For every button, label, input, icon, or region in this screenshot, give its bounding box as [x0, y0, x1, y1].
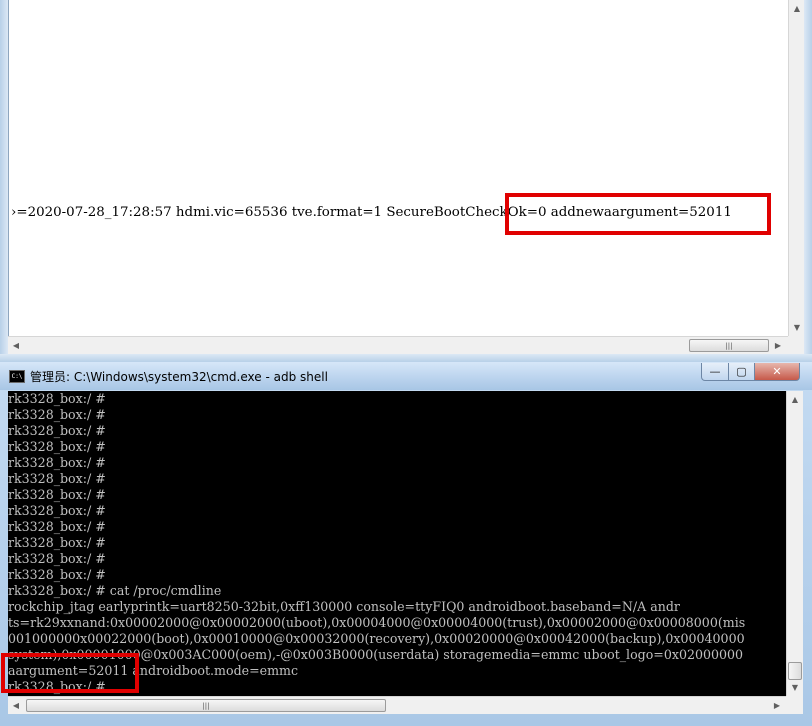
console-line: rk3328_box:/ # [8, 391, 106, 406]
console-line: rk3328_box:/ # [8, 567, 106, 582]
console-line: ts=rk29xxnand:0x00002000@0x00002000(uboo… [8, 615, 746, 630]
scroll-down-arrow-icon[interactable]: ▼ [787, 679, 803, 695]
scroll-left-arrow-icon[interactable]: ◀ [8, 337, 24, 354]
scroll-left-arrow-icon[interactable]: ◀ [8, 697, 24, 714]
close-button[interactable]: ✕ [754, 363, 800, 381]
console-horizontal-scrollbar[interactable]: ◀ ||| ▶ [8, 696, 786, 714]
highlight-box-bottom [1, 653, 139, 693]
horizontal-scroll-thumb[interactable]: ||| [689, 339, 769, 352]
console-line: rk3328_box:/ # [8, 407, 106, 422]
console-line: rockchip_jtag earlyprintk=uart8250-32bit… [8, 599, 680, 614]
text-viewer-window: ›=2020-07-28_17:28:57 hdmi.vic=65536 tve… [0, 0, 812, 362]
console-line: rk3328_box:/ # [8, 519, 106, 534]
scroll-right-arrow-icon[interactable]: ▶ [769, 697, 785, 714]
size-grip[interactable] [788, 336, 804, 354]
scroll-down-arrow-icon[interactable]: ▼ [789, 319, 805, 335]
cmd-titlebar[interactable]: C:\ 管理员: C:\Windows\system32\cmd.exe - a… [0, 362, 812, 390]
console-line: rk3328_box:/ # [8, 471, 106, 486]
scroll-up-arrow-icon[interactable]: ▲ [789, 0, 805, 16]
maximize-button[interactable]: ▢ [728, 363, 755, 381]
vertical-scrollbar[interactable]: ▲ ▼ [788, 0, 804, 336]
console-line: rk3328_box:/ # [8, 487, 106, 502]
window-title: 管理员: C:\Windows\system32\cmd.exe - adb s… [30, 370, 328, 384]
minimize-button[interactable]: — [701, 363, 729, 381]
scroll-up-arrow-icon[interactable]: ▲ [787, 391, 803, 407]
console-line: rk3328_box:/ # [8, 551, 106, 566]
console-line: rk3328_box:/ # [8, 439, 106, 454]
console-line: rk3328_box:/ # cat /proc/cmdline [8, 583, 222, 598]
console-line: rk3328_box:/ # [8, 503, 106, 518]
horizontal-scroll-thumb[interactable]: ||| [26, 699, 386, 712]
window-frame-left [0, 0, 8, 362]
vertical-scroll-thumb[interactable] [788, 662, 802, 680]
size-grip[interactable] [786, 696, 803, 714]
horizontal-scrollbar[interactable]: ◀ ||| ▶ [8, 336, 788, 354]
console-line: rk3328_box:/ # [8, 455, 106, 470]
scroll-right-arrow-icon[interactable]: ▶ [770, 337, 786, 354]
console-output[interactable]: rk3328_box:/ # rk3328_box:/ # rk3328_box:/… [8, 391, 786, 696]
console-line: 001000000x00022000(boot),0x00010000@0x00… [8, 631, 745, 646]
console-lines: rk3328_box:/ # rk3328_box:/ # rk3328_box:/… [8, 391, 786, 695]
console-line: rk3328_box:/ # [8, 423, 106, 438]
console-vertical-scrollbar[interactable]: ▲ ▼ [786, 391, 803, 696]
console-line: rk3328_box:/ # [8, 535, 106, 550]
cmd-app-icon[interactable]: C:\ [9, 370, 25, 383]
window-frame-right [804, 0, 812, 362]
window-frame-bottom [0, 354, 812, 362]
text-viewer-content[interactable]: ›=2020-07-28_17:28:57 hdmi.vic=65536 tve… [8, 0, 788, 336]
highlight-box-top [505, 193, 771, 235]
